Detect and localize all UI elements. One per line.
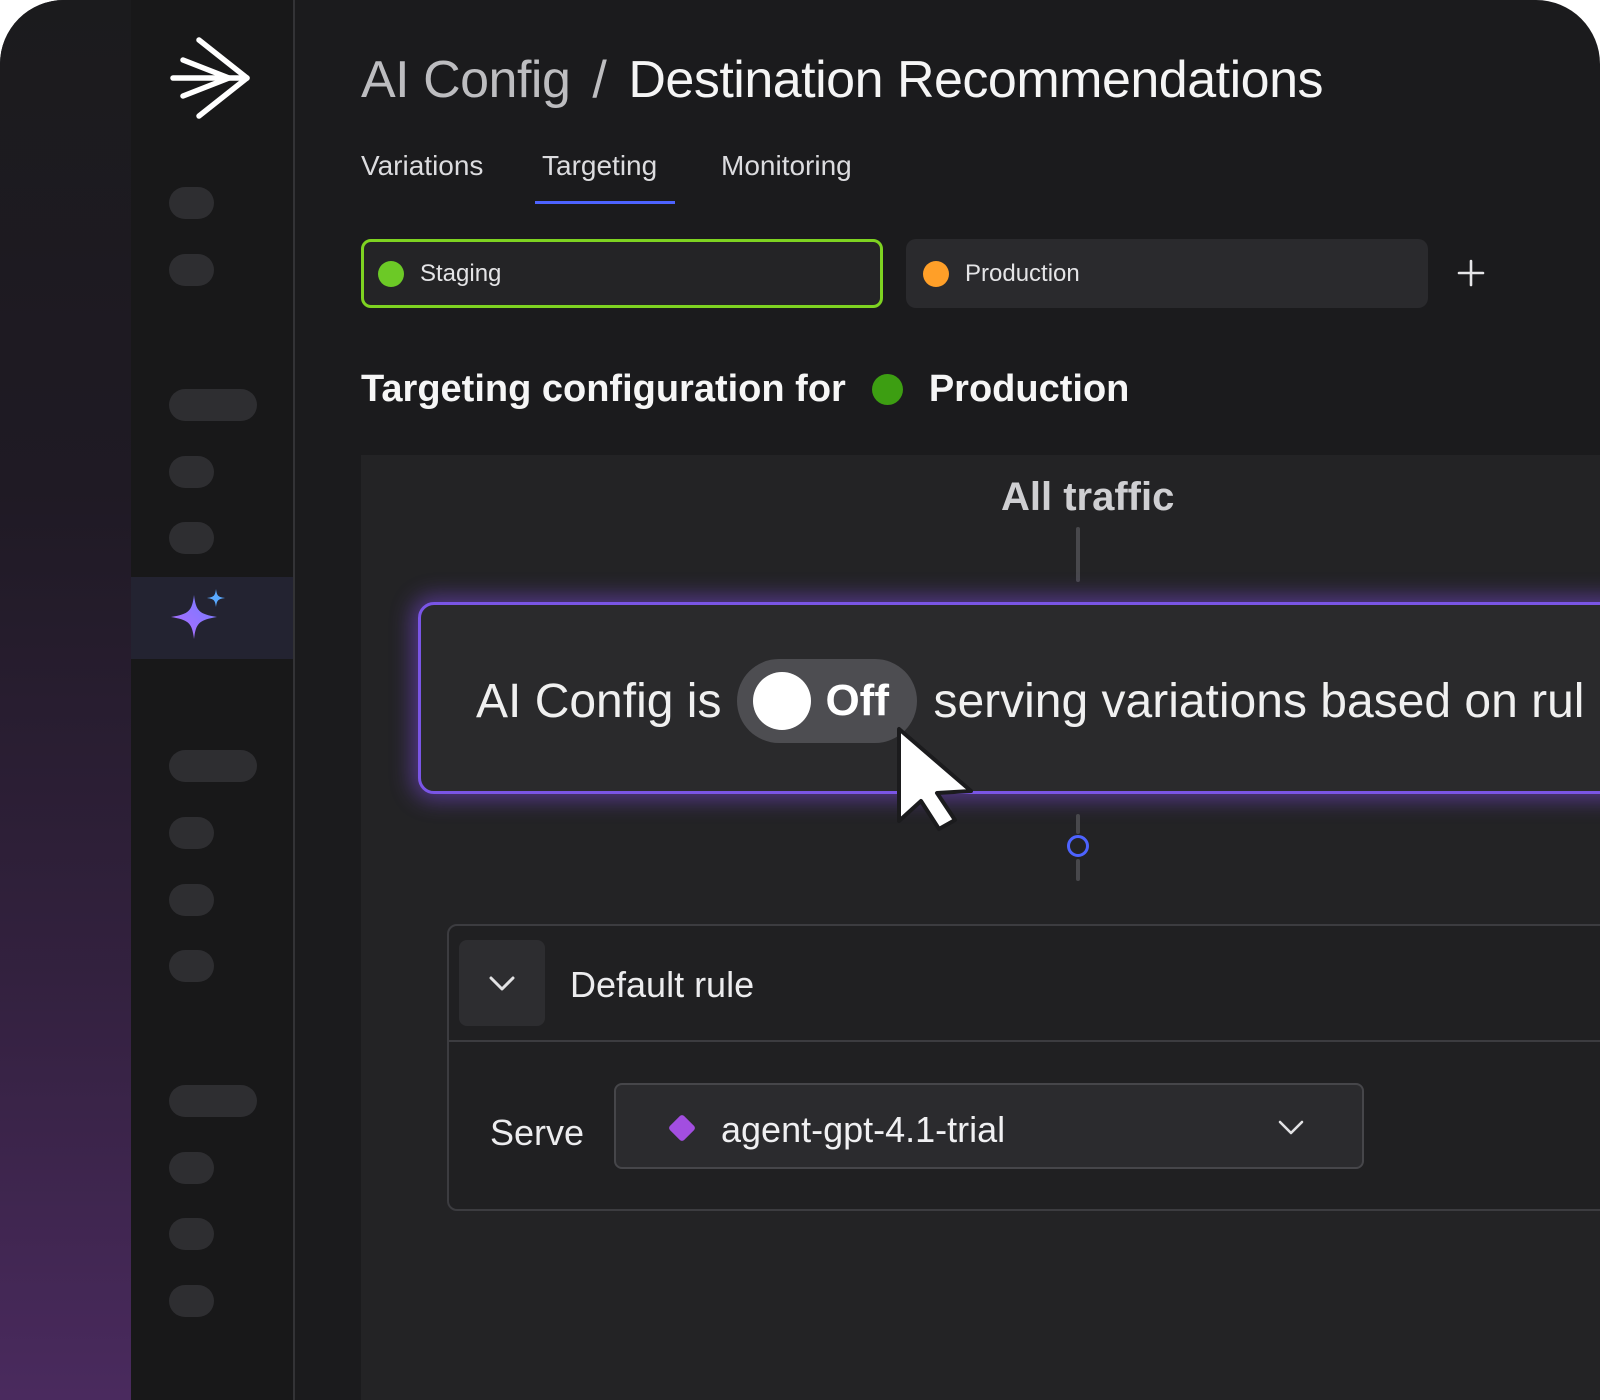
breadcrumb-separator: / xyxy=(592,51,607,109)
all-traffic-label: All traffic xyxy=(1001,475,1175,519)
sidebar-item-7[interactable] xyxy=(169,817,214,849)
sidebar-item-1[interactable] xyxy=(169,187,214,219)
mouse-pointer-icon xyxy=(897,727,973,831)
toggle-state-label: Off xyxy=(825,676,889,725)
status-prefix: AI Config is xyxy=(476,674,722,728)
sidebar-item-8[interactable] xyxy=(169,884,214,916)
main-content: AI Config / Destination Recommendations Va… xyxy=(296,0,1600,1400)
flow-node-icon[interactable] xyxy=(1067,835,1089,857)
sidebar xyxy=(131,0,295,1400)
serve-label: Serve xyxy=(490,1112,585,1153)
variation-select[interactable]: agent-gpt-4.1-trial xyxy=(614,1083,1364,1169)
chevron-down-icon xyxy=(1278,1120,1304,1135)
chevron-down-icon xyxy=(489,976,515,991)
default-rule-card: Default rule Serve agent-gpt-4.1-trial xyxy=(447,924,1600,1211)
selected-variation: agent-gpt-4.1-trial xyxy=(721,1109,1006,1150)
status-dot-icon xyxy=(923,260,949,287)
tab-targeting[interactable]: Targeting xyxy=(542,150,657,182)
breadcrumb-parent-link[interactable]: AI Config xyxy=(361,51,571,109)
flow-connector xyxy=(1076,859,1080,881)
sidebar-item-9[interactable] xyxy=(169,950,214,982)
toggle-knob xyxy=(753,672,812,730)
variation-diamond-icon xyxy=(669,1115,695,1141)
targeting-heading-text: Targeting configuration for xyxy=(361,368,846,410)
ai-sparkle-icon xyxy=(171,589,225,639)
targeting-config-heading: Targeting configuration for Production xyxy=(361,368,1129,411)
flow-connector xyxy=(1076,527,1080,582)
sidebar-item-11[interactable] xyxy=(169,1152,214,1184)
app-window: AI Config / Destination Recommendations Va… xyxy=(0,0,1600,1400)
environment-label: Staging xyxy=(420,259,502,287)
tab-monitoring[interactable]: Monitoring xyxy=(721,150,852,182)
environment-label: Production xyxy=(965,259,1080,287)
launchdarkly-logo-icon[interactable] xyxy=(169,34,253,122)
sidebar-item-12[interactable] xyxy=(169,1218,214,1250)
collapse-rule-button[interactable] xyxy=(459,940,545,1026)
flow-connector xyxy=(1076,814,1080,834)
status-line: AI Config is Off serving variations base… xyxy=(476,659,1584,743)
sidebar-item-2[interactable] xyxy=(169,254,214,286)
tab-variations[interactable]: Variations xyxy=(361,150,483,182)
plus-icon[interactable] xyxy=(1446,248,1496,298)
background-gradient xyxy=(0,0,131,1400)
environment-chip-staging[interactable]: Staging xyxy=(361,239,883,308)
sidebar-item-10[interactable] xyxy=(169,1085,257,1117)
sidebar-item-4[interactable] xyxy=(169,456,214,488)
status-dot-icon xyxy=(378,260,404,287)
sidebar-item-5[interactable] xyxy=(169,522,214,554)
status-suffix: serving variations based on rul xyxy=(933,674,1585,728)
targeting-flow-canvas: All traffic AI Config is Off serving var… xyxy=(361,455,1600,1400)
ai-config-status-card: AI Config is Off serving variations base… xyxy=(418,602,1600,794)
page-title: Destination Recommendations xyxy=(628,51,1323,109)
sidebar-item-13[interactable] xyxy=(169,1285,214,1317)
sidebar-item-6[interactable] xyxy=(169,750,257,782)
targeting-environment-name: Production xyxy=(928,368,1130,410)
breadcrumb: AI Config / Destination Recommendations xyxy=(361,50,1323,110)
environment-chip-production[interactable]: Production xyxy=(906,239,1428,308)
rule-header: Default rule xyxy=(449,926,1600,1042)
rule-title: Default rule xyxy=(570,964,755,1005)
active-tab-indicator xyxy=(535,201,675,204)
sidebar-item-3[interactable] xyxy=(169,389,257,421)
environment-status-dot-icon xyxy=(871,374,903,405)
